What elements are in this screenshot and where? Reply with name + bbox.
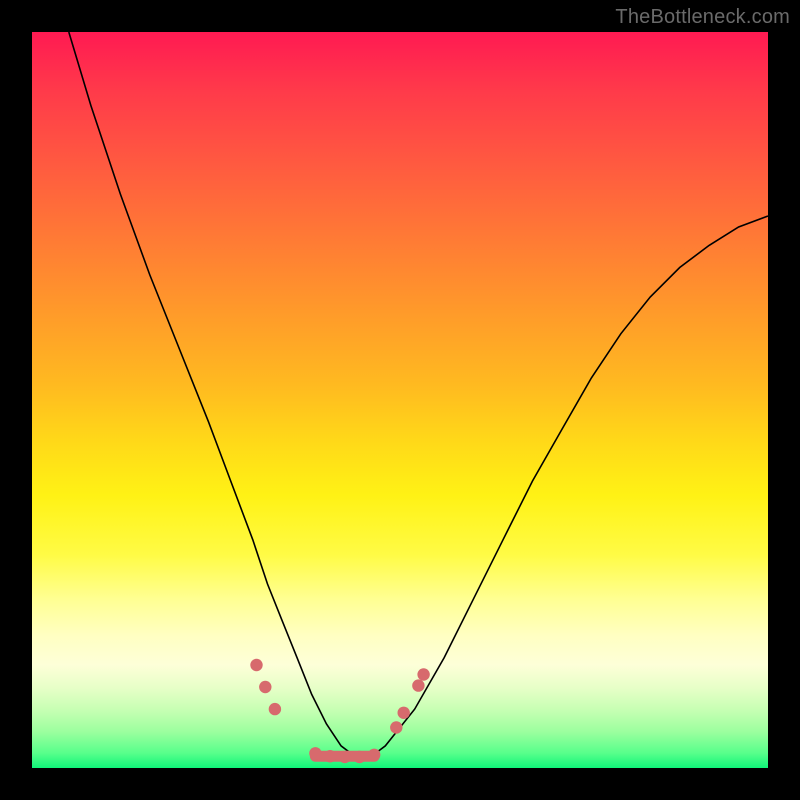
highlight-dot bbox=[324, 750, 336, 762]
plot-area bbox=[32, 32, 768, 768]
highlight-dot bbox=[339, 751, 351, 763]
highlight-dot bbox=[353, 751, 365, 763]
chart-stage: TheBottleneck.com bbox=[0, 0, 800, 800]
highlight-dot bbox=[259, 681, 271, 693]
highlight-dot bbox=[368, 749, 380, 761]
highlight-dot bbox=[398, 707, 410, 719]
highlight-dot bbox=[390, 721, 402, 733]
highlight-dot bbox=[412, 679, 424, 691]
highlight-dot bbox=[269, 703, 281, 715]
highlight-dot bbox=[417, 668, 429, 680]
highlight-dot bbox=[309, 747, 321, 759]
curve-layer bbox=[32, 32, 768, 768]
bottleneck-curve bbox=[69, 32, 768, 757]
highlight-dots bbox=[250, 659, 429, 763]
watermark-text: TheBottleneck.com bbox=[615, 6, 790, 29]
highlight-dot bbox=[250, 659, 262, 671]
